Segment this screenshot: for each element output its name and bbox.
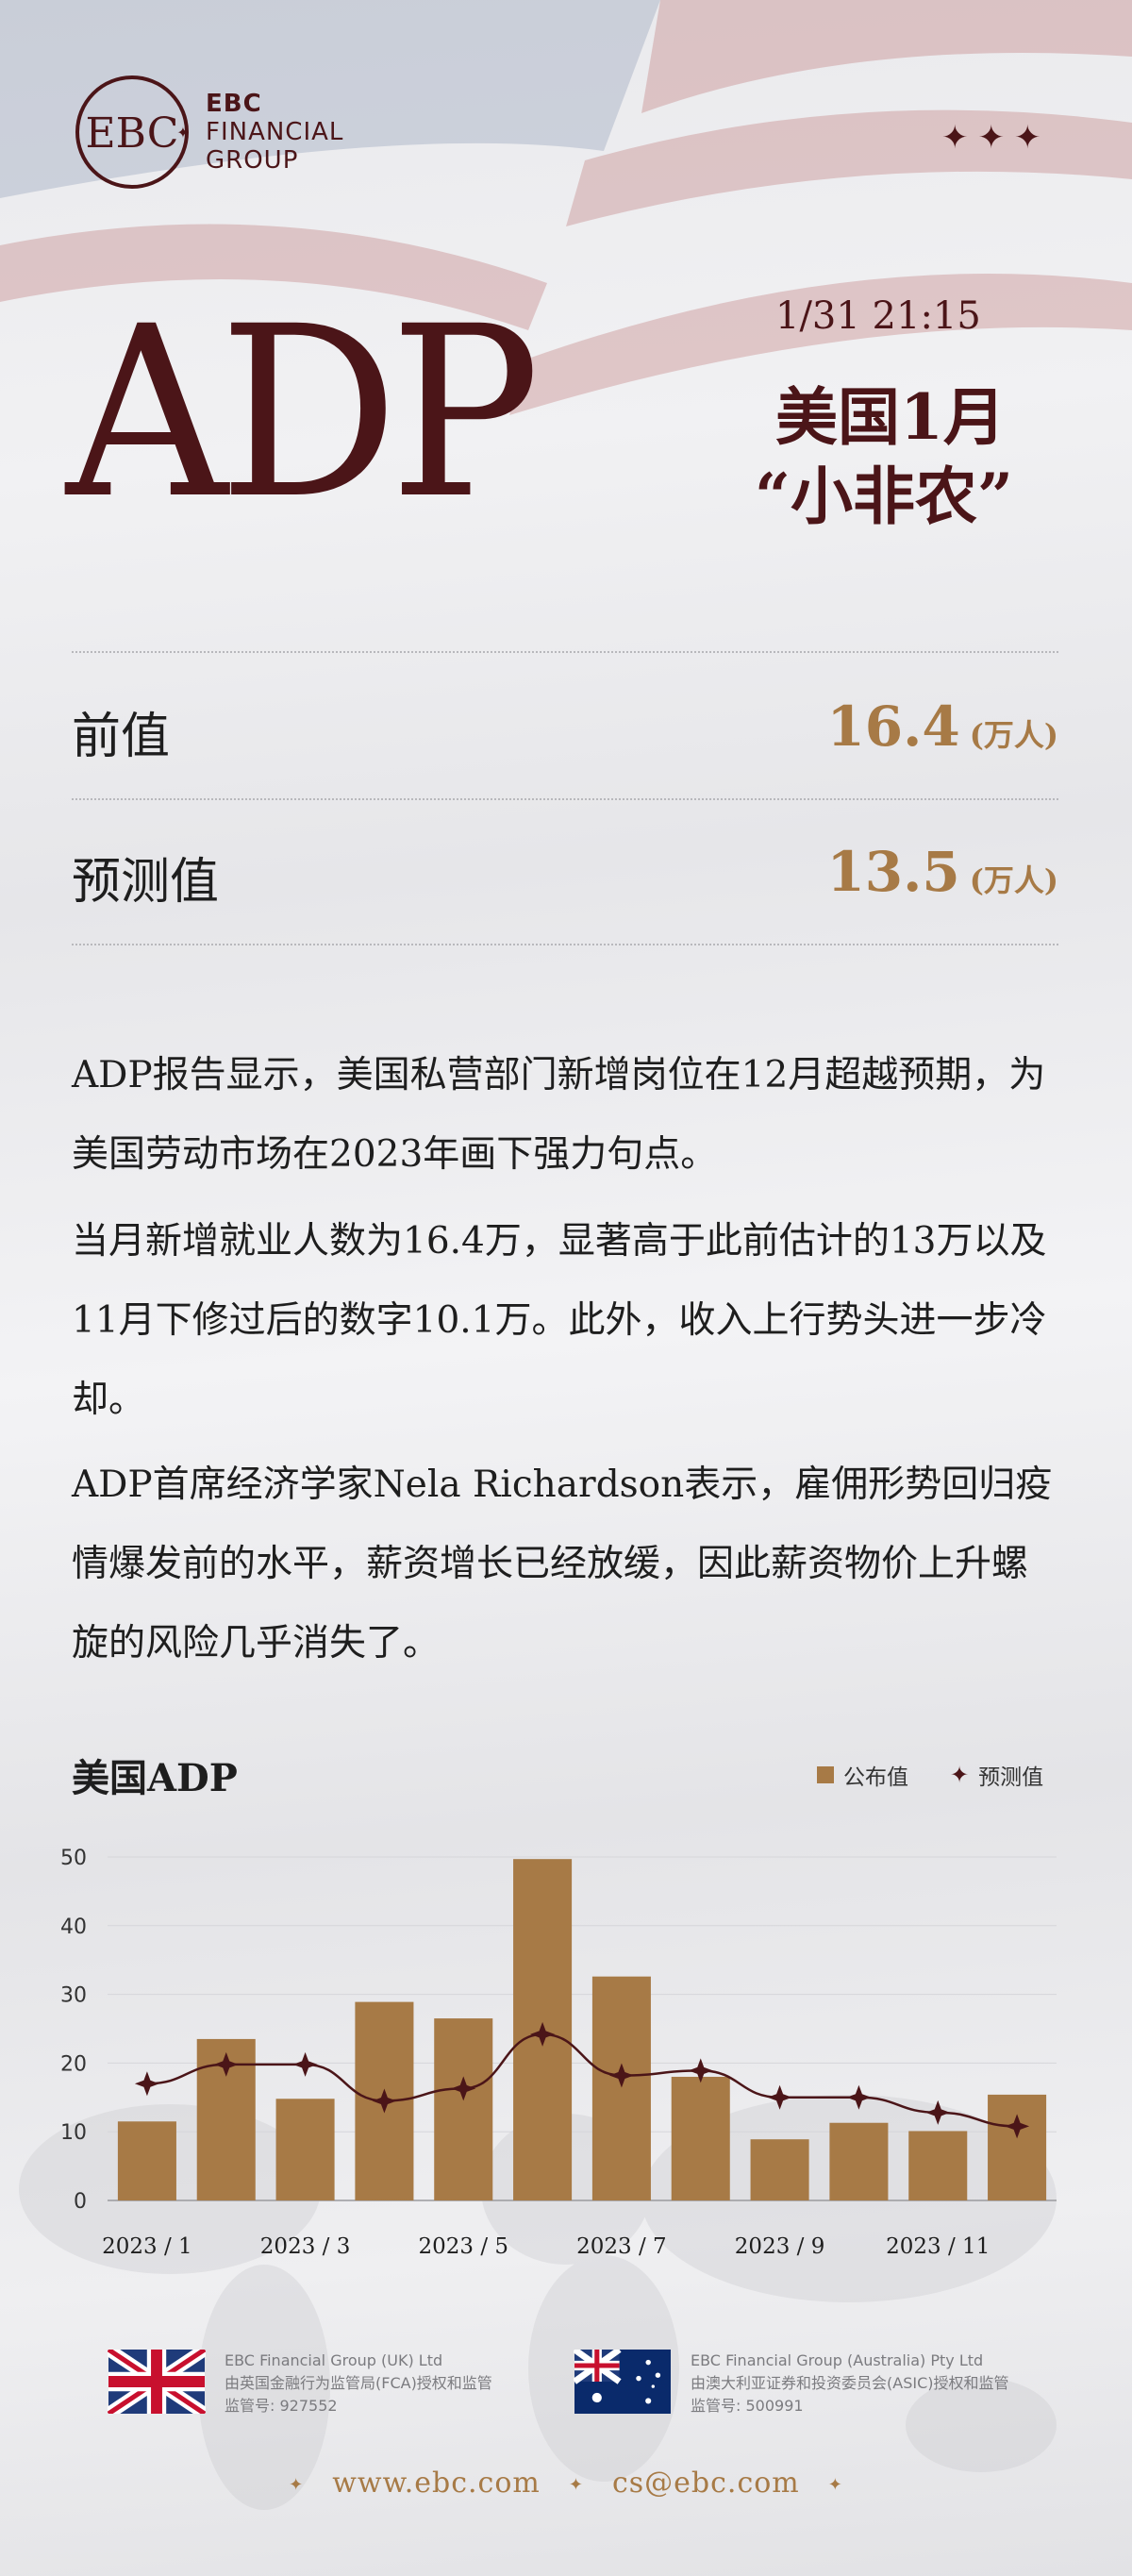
y-tick-label: 0	[74, 2190, 87, 2214]
divider	[72, 651, 1058, 653]
x-tick-label: 2023 / 3	[260, 2234, 351, 2259]
brand-name: EBC FINANCIAL GROUP	[206, 90, 343, 175]
svg-text:EBC: EBC	[86, 109, 179, 158]
forecast-point	[767, 2084, 792, 2110]
svg-text:✦: ✦	[176, 124, 189, 142]
stat-unit: (万人)	[969, 862, 1058, 898]
bar	[908, 2131, 968, 2200]
footer-au-line1: EBC Financial Group (Australia) Pty Ltd	[691, 2351, 984, 2369]
footer-uk-line3: 监管号: 927552	[225, 2397, 338, 2415]
stat-label-forecast: 预测值	[72, 854, 220, 911]
brand-logo: EBC ✦ EBC FINANCIAL GROUP	[72, 72, 343, 192]
sparkle-icon: ✦	[827, 2474, 843, 2495]
paragraph: ADP首席经济学家Nela Richardson表示，雇佣形势回归疫情爆发前的水…	[72, 1464, 1053, 1664]
stat-number: 13.5	[826, 840, 960, 904]
bar	[988, 2094, 1047, 2200]
legend-label-forecast: 预测值	[978, 1765, 1044, 1790]
chart-legend: 公布值 ✦ 预测值	[817, 1759, 1043, 1791]
x-tick-label: 2023 / 11	[886, 2234, 990, 2259]
uk-flag-icon	[108, 2350, 206, 2414]
forecast-point	[134, 2071, 159, 2097]
headline-line1: 美国1月	[775, 380, 1006, 454]
stat-value-previous: 16.4 (万人)	[826, 694, 1058, 759]
stat-label-previous: 前值	[72, 709, 171, 765]
y-tick-label: 50	[60, 1847, 87, 1870]
bar	[117, 2121, 176, 2200]
email-link[interactable]: cs@ebc.com	[612, 2467, 800, 2500]
bar	[434, 2018, 493, 2200]
forecast-point	[925, 2099, 951, 2125]
footer-uk-text: EBC Financial Group (UK) Ltd 由英国金融行为监管局(…	[225, 2350, 492, 2417]
footer-au-line3: 监管号: 500991	[691, 2397, 804, 2415]
bar	[591, 1976, 651, 2200]
headline: 美国1月 “小非农”	[755, 377, 1013, 536]
y-tick-label: 30	[60, 1984, 87, 2008]
forecast-point	[846, 2084, 872, 2110]
bar	[750, 2139, 809, 2200]
bar	[671, 2076, 730, 2200]
legend-star-icon: ✦	[950, 1762, 970, 1788]
footer-entity-au: EBC Financial Group (Australia) Pty Ltd …	[574, 2350, 1008, 2417]
x-tick-label: 2023 / 7	[576, 2234, 667, 2259]
footer-au-text: EBC Financial Group (Australia) Pty Ltd …	[691, 2350, 1008, 2417]
forecast-point	[292, 2051, 318, 2077]
x-tick-label: 2023 / 1	[102, 2234, 192, 2259]
brand-name-line2: FINANCIAL	[206, 118, 344, 146]
legend-label-actual: 公布值	[843, 1765, 908, 1790]
hero-title: ADP	[66, 276, 541, 550]
contact-bar: ✦ www.ebc.com ✦ cs@ebc.com ✦	[0, 2467, 1132, 2500]
x-tick-label: 2023 / 5	[418, 2234, 508, 2259]
y-tick-label: 10	[60, 2121, 87, 2145]
adp-chart: 0 10 20 30 40 50 2023 / 1 2023 / 3 2023 / 5 2023 …	[60, 1847, 1057, 2259]
divider	[72, 944, 1058, 945]
divider	[72, 798, 1058, 800]
footer-uk-line2: 由英国金融行为监管局(FCA)授权和监管	[225, 2374, 492, 2392]
sparkle-icon: ✦	[568, 2474, 584, 2495]
ebc-monogram-icon: EBC ✦	[75, 75, 190, 189]
y-tick-label: 40	[60, 1915, 87, 1939]
paragraph: 当月新增就业人数为16.4万，显著高于此前估计的13万以及11月下修过后的数字1…	[72, 1220, 1047, 1421]
x-tick-label: 2023 / 9	[735, 2234, 825, 2259]
stat-value-forecast: 13.5 (万人)	[826, 840, 1058, 904]
australia-flag-icon	[574, 2350, 671, 2414]
footer-uk-line1: EBC Financial Group (UK) Ltd	[225, 2351, 443, 2369]
sparkle-icon: ✦	[289, 2474, 305, 2495]
release-date: 1/31 21:15	[775, 294, 981, 338]
bar	[829, 2122, 889, 2200]
headline-line2: “小非农”	[755, 460, 1013, 533]
chart-title: 美国ADP	[72, 1756, 238, 1800]
stat-number: 16.4	[826, 694, 960, 759]
footer-entity-uk: EBC Financial Group (UK) Ltd 由英国金融行为监管局(…	[108, 2350, 492, 2417]
paragraph: ADP报告显示，美国私营部门新增岗位在12月超越预期，为美国劳动市场在2023年…	[72, 1054, 1046, 1176]
sparkle-stars-icon: ✦✦✦	[941, 119, 1051, 157]
stat-unit: (万人)	[969, 717, 1058, 753]
website-link[interactable]: www.ebc.com	[332, 2467, 541, 2500]
brand-name-line3: GROUP	[206, 146, 299, 175]
brand-name-line1: EBC	[206, 90, 262, 118]
legend-swatch-bar	[817, 1766, 834, 1783]
y-tick-label: 20	[60, 2052, 87, 2076]
footer-au-line2: 由澳大利亚证券和投资委员会(ASIC)授权和监管	[691, 2374, 1009, 2392]
bar	[275, 2099, 335, 2200]
